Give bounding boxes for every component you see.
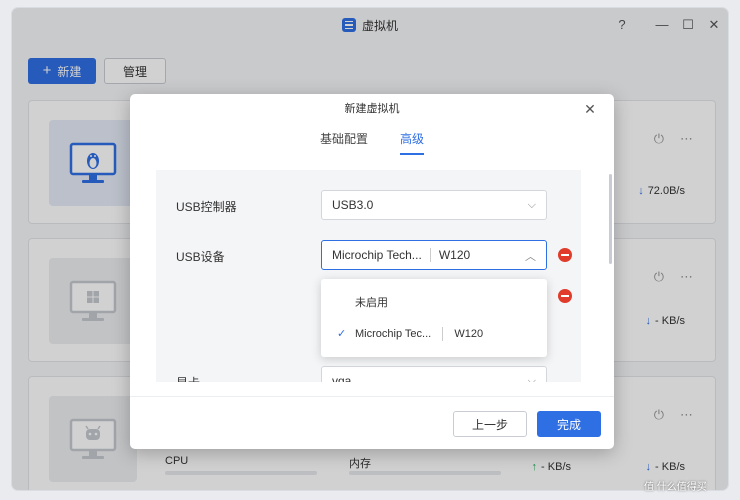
- tab-advanced[interactable]: 高级: [400, 130, 425, 155]
- gpu-select[interactable]: vga ⌵: [321, 366, 547, 382]
- check-icon: ✓: [337, 328, 347, 340]
- usb-device-model: W120: [438, 248, 471, 262]
- option-microchip[interactable]: ✓ Microchip Tec... W120: [321, 320, 547, 348]
- chevron-up-icon: ︿: [525, 251, 536, 263]
- divider: [442, 327, 444, 342]
- tab-basic-config[interactable]: 基础配置: [320, 130, 368, 155]
- option-model: W120: [454, 328, 484, 340]
- gpu-value: vga: [332, 374, 352, 382]
- dialog-footer: 上一步 完成: [130, 396, 614, 449]
- usb-device-dropdown: 未启用 ✓ Microchip Tec... W120: [321, 279, 547, 357]
- option-label: 未启用: [355, 297, 388, 309]
- remove-usb-device-icon[interactable]: [558, 248, 572, 262]
- watermark: 值 什么值得买: [644, 482, 707, 493]
- vm-window: 虚拟机 ? — ☐ ✕ + 新建 管理 ⏻ ⋯ ↓ 72.0B/s ⏻ ⋯ ↓ …: [12, 8, 728, 490]
- usb-device-name: Microchip Tech...: [332, 248, 422, 262]
- option-label: Microchip Tec...: [355, 328, 432, 340]
- divider: [429, 248, 431, 262]
- gpu-label: 显卡: [176, 374, 200, 382]
- usb-controller-select[interactable]: USB3.0 ⌵: [321, 190, 547, 220]
- dialog-title: 新建虚拟机: [344, 103, 400, 115]
- form-scrollbar[interactable]: [609, 174, 612, 264]
- chevron-down-icon: ⌵: [527, 199, 536, 211]
- usb-device-select[interactable]: Microchip Tech... W120 ︿: [321, 240, 547, 270]
- usb-device-label: USB设备: [176, 250, 225, 264]
- option-disabled[interactable]: 未启用: [321, 289, 547, 317]
- chevron-down-icon: ⌵: [527, 375, 536, 382]
- remove-usb-device-icon[interactable]: [558, 289, 572, 303]
- usb-controller-label: USB控制器: [176, 200, 237, 214]
- dialog-close-icon[interactable]: ✕: [582, 101, 598, 117]
- new-vm-dialog: 新建虚拟机 ✕ 基础配置 高级 USB控制器 USB3.0 ⌵ USB设备 Mi…: [130, 94, 614, 449]
- usb-controller-value: USB3.0: [332, 198, 374, 212]
- dialog-tabs: 基础配置 高级: [130, 130, 614, 155]
- finish-button[interactable]: 完成: [537, 411, 601, 437]
- previous-step-button[interactable]: 上一步: [453, 411, 527, 437]
